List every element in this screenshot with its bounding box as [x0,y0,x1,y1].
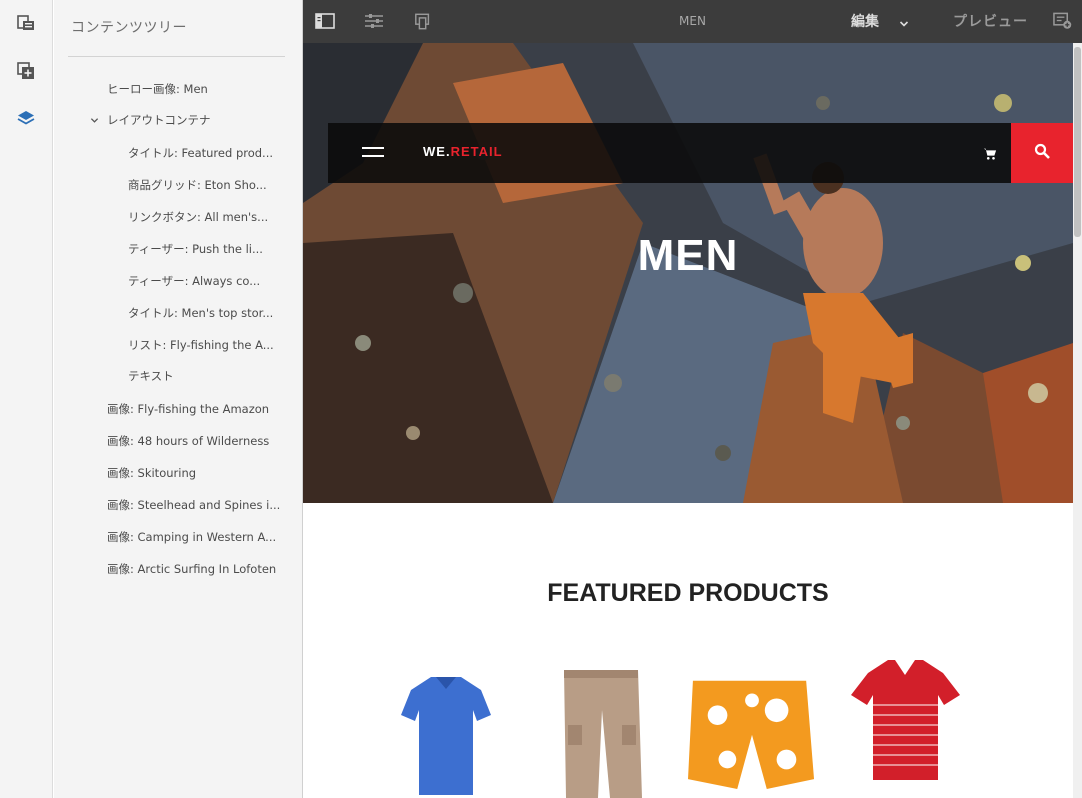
left-rail [0,0,53,798]
red-striped-polo-shirt[interactable] [848,655,960,798]
tree-item-layout-container[interactable]: レイアウトコンテナ [107,110,287,130]
mode-select-button[interactable]: 編集 [851,11,879,31]
page-content-frame[interactable]: WE.RETAIL MEN FEATURED PRODUCTS [303,43,1073,798]
featured-products-title: FEATURED PRODUCTS [547,579,829,607]
preview-button[interactable]: プレビュー [953,11,1028,31]
khaki-cargo-pants[interactable] [546,655,656,798]
panel-divider [68,56,285,57]
hero-title: MEN [637,231,739,280]
chevron-down-icon[interactable] [899,14,911,27]
tree-item-image-4[interactable]: 画像: Steelhead and Spines i... [107,495,290,515]
tree-item-hero-image[interactable]: ヒーロー画像: Men [107,79,287,99]
site-logo[interactable]: WE.RETAIL [423,144,503,159]
tree-item-text[interactable]: テキスト [128,366,290,386]
brand-suffix: RETAIL [450,144,503,159]
tree-item-link-button[interactable]: リンクボタン: All men's... [128,207,290,227]
brand-prefix: WE. [423,144,451,159]
tree-item-image-6[interactable]: 画像: Arctic Surfing In Lofoten [107,559,290,579]
site-navigation-bar: WE.RETAIL [328,123,1012,183]
content-tree-panel: コンテンツツリー ヒーロー画像: Men レイアウトコンテナ タイトル: Fea… [54,0,303,798]
tree-item-teaser-1[interactable]: ティーザー: Push the li... [128,239,290,259]
chevron-down-icon[interactable] [87,113,101,127]
cart-icon[interactable] [983,145,999,161]
layers-icon[interactable] [14,106,38,130]
hamburger-menu-icon[interactable] [362,145,384,161]
tree-item-image-1[interactable]: 画像: Fly-fishing the Amazon [107,399,290,419]
tree-item-title[interactable]: タイトル: Featured prod... [128,143,290,163]
tree-item-image-3[interactable]: 画像: Skitouring [107,463,290,483]
tree-item-image-2[interactable]: 画像: 48 hours of Wilderness [107,431,290,451]
search-button[interactable] [1011,123,1073,183]
content-scrollbar[interactable] [1073,43,1082,798]
scrollbar-thumb[interactable] [1074,47,1081,237]
tree-item-image-5[interactable]: 画像: Camping in Western A... [107,527,290,547]
annotations-icon[interactable] [1051,11,1073,31]
page-properties-icon[interactable] [14,11,38,35]
orange-floral-board-shorts[interactable] [688,655,815,798]
tree-item-title-2[interactable]: タイトル: Men's top stor... [128,303,290,323]
hero-image: WE.RETAIL MEN [303,43,1073,503]
panel-title: コンテンツツリー [71,20,187,36]
tree-item-product-grid[interactable]: 商品グリッド: Eton Sho... [128,175,290,195]
components-icon[interactable] [14,59,38,83]
tree-item-teaser-2[interactable]: ティーザー: Always co... [128,271,290,291]
editor-toolbar: MEN 編集 プレビュー [303,0,1082,43]
blue-polo-shirt[interactable] [391,655,501,798]
search-icon [1034,143,1050,163]
tree-item-list[interactable]: リスト: Fly-fishing the A... [128,335,290,355]
